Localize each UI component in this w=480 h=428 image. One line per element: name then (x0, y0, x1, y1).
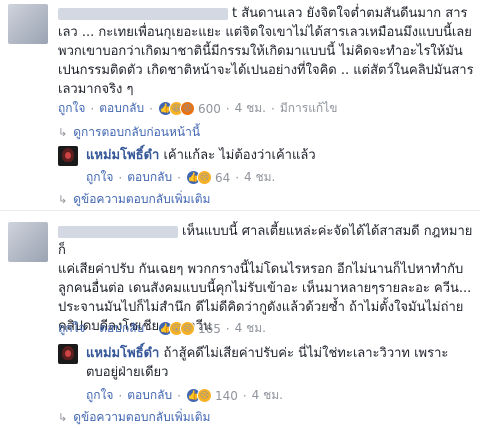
reply-author-name[interactable]: แหม่มโพธิ์ดำ (86, 346, 159, 361)
reply-author-name[interactable]: แหม่มโพธิ์ดำ (86, 148, 159, 163)
view-previous-replies-link[interactable]: ↳ ดูการตอบกลับก่อนหน้านี้ (58, 123, 200, 142)
reaction-summary[interactable]: 👍 😢 140 (185, 388, 238, 403)
sad-reaction-icon: 😢 (196, 170, 212, 185)
view-more-replies-link[interactable]: ↳ ดูข้อความตอบกลับเพิ่มเติม (58, 190, 210, 209)
reply-button[interactable]: ตอบกลับ (99, 99, 144, 118)
commenter-avatar[interactable] (8, 4, 48, 44)
like-button[interactable]: ถูกใจ (58, 99, 85, 118)
reaction-count: 140 (214, 388, 238, 403)
sad-reaction-icon: 😢 (196, 388, 212, 403)
timestamp[interactable]: 4 ชม. (252, 386, 283, 405)
reply-actions: ถูกใจ · ตอบกลับ · 👍 😢 140 · 4 ชม. (86, 386, 283, 405)
reaction-count: 165 (197, 321, 221, 336)
reply-arrow-icon: ↳ (58, 193, 68, 206)
reply-avatar[interactable] (58, 344, 78, 364)
timestamp[interactable]: 4 ชม. (235, 319, 266, 338)
edited-label[interactable]: มีการแก้ไข (280, 99, 338, 118)
reaction-count: 64 (214, 170, 231, 185)
sad-reaction-icon: 😢 (179, 321, 195, 336)
reply-text: แหม่มโพธิ์ดำ ถ้าสู้คดีไม่เสียค่าปรับค่ะ … (86, 346, 449, 380)
reply-button[interactable]: ตอบกลับ (99, 319, 144, 338)
angry-reaction-icon: 😡 (179, 101, 195, 116)
commenter-avatar[interactable] (8, 222, 48, 262)
like-button[interactable]: ถูกใจ (58, 319, 85, 338)
reaction-summary[interactable]: 👍 😢 64 (185, 170, 231, 185)
reply-button[interactable]: ตอบกลับ (127, 168, 172, 187)
reply-text: แหม่มโพธิ์ดำ เค้าแก้ละ ไม่ต้องว่าเค้าแล้… (86, 148, 316, 163)
reply-arrow-icon: ↳ (58, 411, 68, 424)
view-more-replies-link[interactable]: ↳ ดูข้อความตอบกลับเพิ่มเติม (58, 408, 210, 427)
reaction-count: 600 (197, 101, 221, 116)
timestamp[interactable]: 4 ชม. (244, 168, 275, 187)
divider (0, 210, 480, 211)
reply-actions: ถูกใจ · ตอบกลับ · 👍 😢 64 · 4 ชม. (86, 168, 275, 187)
reply-avatar[interactable] (58, 146, 78, 166)
reaction-summary[interactable]: 👍 😆 😡 600 (157, 101, 221, 116)
like-button[interactable]: ถูกใจ (86, 386, 113, 405)
timestamp[interactable]: 4 ชม. (235, 99, 266, 118)
reply-arrow-icon: ↳ (58, 126, 68, 139)
comment-actions: ถูกใจ · ตอบกลับ · 👍 😆 😡 600 · 4 ชม. · มี… (58, 99, 337, 118)
commenter-name-blurred[interactable] (58, 225, 178, 238)
reply-button[interactable]: ตอบกลับ (127, 386, 172, 405)
reaction-summary[interactable]: 👍 😮 😢 165 (157, 321, 221, 336)
comment-actions: ถูกใจ · ตอบกลับ · 👍 😮 😢 165 · 4 ชม. (58, 319, 266, 338)
commenter-name-blurred[interactable] (58, 7, 228, 20)
like-button[interactable]: ถูกใจ (86, 168, 113, 187)
comment-text: t สันดานเลว ยังจิตใจต่ำตมสันดีนมาก สาร เ… (58, 6, 474, 97)
